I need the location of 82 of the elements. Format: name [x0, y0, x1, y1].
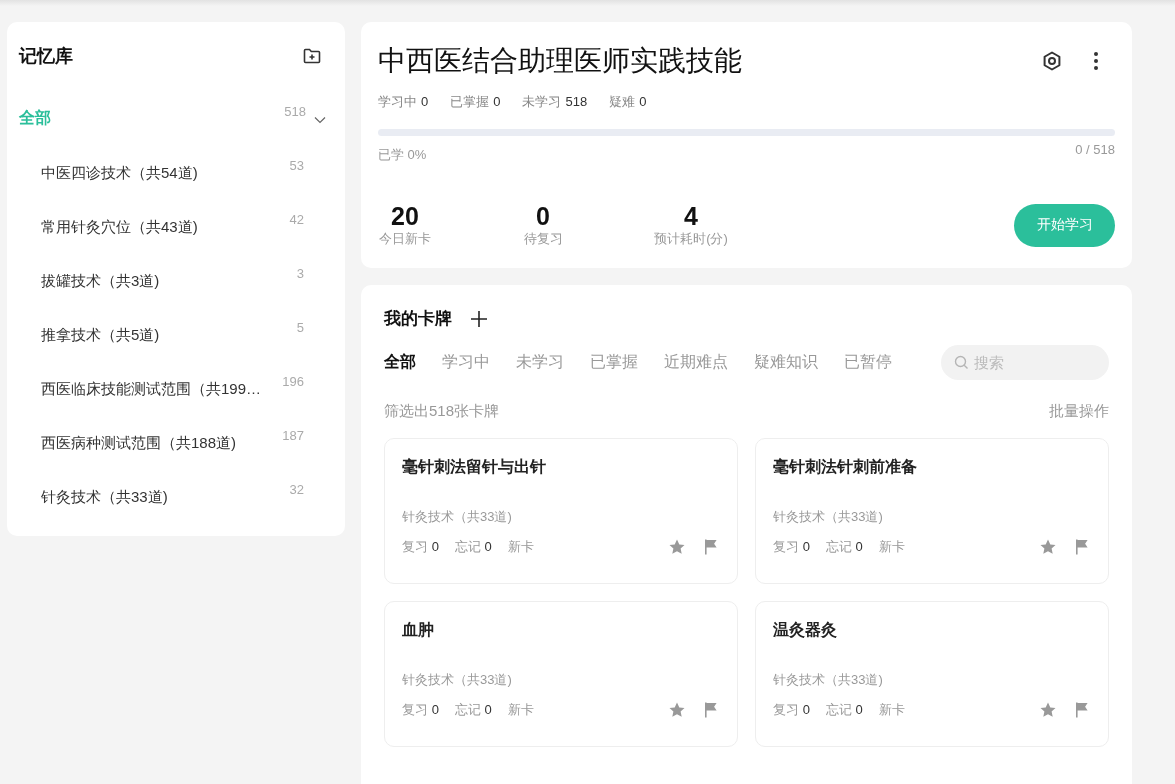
stat-label: 已掌握: [450, 94, 490, 109]
flag-icon[interactable]: [1073, 538, 1091, 556]
figure-value: 20: [391, 202, 419, 230]
item-count: 3: [296, 266, 304, 281]
star-icon[interactable]: [668, 701, 686, 719]
card[interactable]: 毫针刺法针刺前准备 针灸技术（共33道) 复习 0 忘记 0 新卡: [755, 438, 1109, 584]
tree-item[interactable]: 西医病种测试范围（共188道) 187: [19, 416, 333, 470]
card-deck-name: 针灸技术（共33道): [773, 508, 884, 526]
card-status: 新卡: [507, 538, 534, 556]
flag-icon[interactable]: [702, 701, 720, 719]
item-count: 187: [282, 428, 304, 443]
forget-count: 忘记 0: [825, 701, 863, 719]
star-icon[interactable]: [1039, 538, 1057, 556]
deck-title: 中西医结合助理医师实践技能: [378, 44, 742, 78]
filter-tab[interactable]: 全部: [384, 352, 416, 373]
review-count: 复习 0: [402, 538, 439, 556]
item-count: 196: [282, 374, 304, 389]
item-label: 全部: [19, 107, 51, 128]
item-count: 32: [289, 482, 304, 497]
review-count: 复习 0: [773, 701, 810, 719]
card[interactable]: 血肿 针灸技术（共33道) 复习 0 忘记 0 新卡: [384, 601, 738, 747]
item-label: 常用针灸穴位（共43道): [41, 217, 198, 237]
tree-item[interactable]: 针灸技术（共33道) 32: [19, 470, 333, 524]
item-label: 推拿技术（共5道): [41, 325, 160, 345]
review-count: 复习 0: [402, 701, 439, 719]
item-label: 针灸技术（共33道): [41, 487, 168, 507]
more-icon[interactable]: [1093, 51, 1099, 71]
stat-label: 未学习: [522, 94, 562, 109]
sidebar-title: 记忆库: [19, 45, 73, 68]
card-title: 毫针刺法针刺前准备: [773, 457, 918, 477]
card-deck-name: 针灸技术（共33道): [402, 508, 513, 526]
stat-label: 疑难: [609, 94, 636, 109]
item-count: 53: [289, 158, 304, 173]
add-folder-icon[interactable]: [302, 46, 322, 66]
progress-reading: 0 / 518: [1075, 142, 1115, 159]
figure-value: 4: [684, 202, 698, 230]
card-deck-name: 针灸技术（共33道): [773, 671, 884, 689]
star-icon[interactable]: [1039, 701, 1057, 719]
stat-value: 0: [493, 94, 501, 109]
card-title: 毫针刺法留针与出针: [402, 457, 547, 477]
tree-item[interactable]: 中医四诊技术（共54道) 53: [19, 146, 333, 200]
card[interactable]: 温灸器灸 针灸技术（共33道) 复习 0 忘记 0 新卡: [755, 601, 1109, 747]
item-label: 中医四诊技术（共54道): [41, 163, 198, 183]
figure-label: 今日新卡: [379, 230, 431, 248]
stat-value: 0: [639, 94, 647, 109]
chevron-icon[interactable]: [314, 116, 326, 124]
add-icon[interactable]: [470, 309, 488, 328]
item-label: 西医临床技能测试范围（共199…: [41, 379, 262, 399]
forget-count: 忘记 0: [825, 538, 863, 556]
search-icon: [954, 355, 969, 370]
stat-value: 518: [565, 94, 588, 109]
progress-caption: 已学 0%: [378, 146, 427, 164]
flag-icon[interactable]: [1073, 701, 1091, 719]
forget-count: 忘记 0: [454, 538, 492, 556]
tree-item[interactable]: 推拿技术（共5道) 5: [19, 308, 333, 362]
item-count: 5: [296, 320, 304, 335]
figure-value: 0: [536, 202, 550, 230]
forget-count: 忘记 0: [454, 701, 492, 719]
cards-title: 我的卡牌: [384, 308, 452, 330]
flag-icon[interactable]: [702, 538, 720, 556]
tree-item[interactable]: 常用针灸穴位（共43道) 42: [19, 200, 333, 254]
star-icon[interactable]: [668, 538, 686, 556]
filter-summary: 筛选出518张卡牌: [384, 402, 500, 421]
item-count: 518: [284, 104, 306, 119]
tree-item[interactable]: 拔罐技术（共3道) 3: [19, 254, 333, 308]
card-deck-name: 针灸技术（共33道): [402, 671, 513, 689]
item-label: 西医病种测试范围（共188道): [41, 433, 237, 453]
figure-label: 预计耗时(分): [654, 230, 728, 248]
stat-label: 学习中: [378, 94, 417, 109]
card-title: 温灸器灸: [773, 620, 838, 640]
card-status: 新卡: [878, 538, 905, 556]
review-count: 复习 0: [773, 538, 810, 556]
card-status: 新卡: [507, 701, 534, 719]
tree-item[interactable]: 西医临床技能测试范围（共199… 196: [19, 362, 333, 416]
card-title: 血肿: [402, 620, 435, 640]
card[interactable]: 毫针刺法留针与出针 针灸技术（共33道) 复习 0 忘记 0 新卡: [384, 438, 738, 584]
card-status: 新卡: [878, 701, 905, 719]
item-count: 42: [289, 212, 304, 227]
figure-label: 待复习: [523, 230, 563, 248]
settings-icon[interactable]: [1041, 50, 1063, 72]
stat-value: 0: [421, 94, 429, 109]
item-label: 拔罐技术（共3道): [41, 271, 160, 291]
